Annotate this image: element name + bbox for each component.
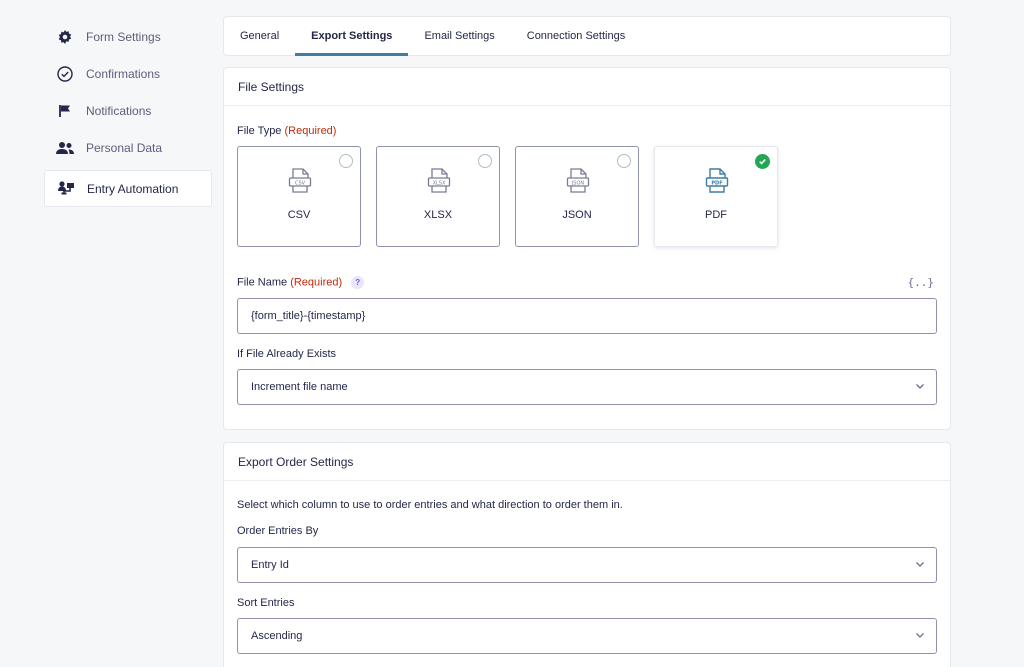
select-value: Ascending xyxy=(251,630,303,642)
settings-sidebar: Form Settings Confirmations Notification… xyxy=(44,18,212,207)
field-label-text: File Type xyxy=(237,125,282,137)
sort-entries-label: Sort Entries xyxy=(237,597,295,609)
automation-icon xyxy=(57,180,75,198)
checkmark-icon xyxy=(755,154,770,169)
file-settings-panel: File Settings File Type (Required) CSV C… xyxy=(223,67,951,430)
required-indicator: (Required) xyxy=(290,276,343,289)
file-exists-label: If File Already Exists xyxy=(237,348,337,360)
select-value: Entry Id xyxy=(251,559,289,571)
tab-connection-settings[interactable]: Connection Settings xyxy=(511,17,641,55)
svg-text:PDF: PDF xyxy=(711,180,722,186)
sidebar-item-form-settings[interactable]: Form Settings xyxy=(44,18,212,55)
csv-file-icon: CSV xyxy=(288,168,312,197)
file-name-input[interactable]: {form_title}-{timestamp} xyxy=(237,298,937,334)
file-type-option-csv[interactable]: CSV CSV xyxy=(237,146,361,247)
svg-text:XLSX: XLSX xyxy=(433,180,446,186)
chevron-down-icon xyxy=(915,630,925,643)
sidebar-item-label: Entry Automation xyxy=(87,181,179,196)
sidebar-item-personal-data[interactable]: Personal Data xyxy=(44,129,212,166)
tab-export-settings[interactable]: Export Settings xyxy=(295,17,409,56)
file-exists-select[interactable]: Increment file name xyxy=(237,369,937,405)
file-type-name: CSV xyxy=(287,209,311,221)
gear-icon xyxy=(56,28,74,46)
panel-title: File Settings xyxy=(224,68,950,106)
file-name-label: File Name (Required) ? xyxy=(237,276,365,289)
file-type-option-xlsx[interactable]: XLSX XLSX xyxy=(376,146,500,247)
pdf-file-icon: PDF xyxy=(705,168,729,197)
export-order-panel: Export Order Settings Select which colum… xyxy=(223,442,951,667)
help-icon[interactable]: ? xyxy=(351,276,365,289)
sidebar-item-label: Confirmations xyxy=(86,66,161,81)
radio-button[interactable] xyxy=(478,154,492,168)
flag-icon xyxy=(56,102,74,120)
merge-tag-icon[interactable]: {..} xyxy=(908,276,935,289)
panel-title: Export Order Settings xyxy=(224,443,950,481)
select-value: Increment file name xyxy=(251,381,348,393)
file-type-option-json[interactable]: JSON JSON xyxy=(515,146,639,247)
export-order-description: Select which column to use to order entr… xyxy=(237,499,623,511)
chevron-down-icon xyxy=(915,559,925,572)
order-by-select[interactable]: Entry Id xyxy=(237,547,937,583)
required-indicator: (Required) xyxy=(284,125,337,137)
input-value: {form_title}-{timestamp} xyxy=(251,310,366,322)
svg-text:JSON: JSON xyxy=(571,180,585,186)
settings-tabs: General Export Settings Email Settings C… xyxy=(223,16,951,56)
tab-general[interactable]: General xyxy=(240,17,295,55)
xlsx-file-icon: XLSX xyxy=(427,168,451,197)
sidebar-item-label: Notifications xyxy=(86,103,152,118)
file-type-name: XLSX xyxy=(423,209,453,221)
users-icon xyxy=(56,139,74,157)
chevron-down-icon xyxy=(915,381,925,394)
check-circle-icon xyxy=(56,65,74,83)
order-by-label: Order Entries By xyxy=(237,525,319,537)
sort-entries-select[interactable]: Ascending xyxy=(237,618,937,654)
sidebar-item-entry-automation[interactable]: Entry Automation xyxy=(44,170,212,207)
tab-email-settings[interactable]: Email Settings xyxy=(408,17,510,55)
sidebar-item-confirmations[interactable]: Confirmations xyxy=(44,55,212,92)
file-type-option-pdf[interactable]: PDF PDF xyxy=(654,146,778,247)
sidebar-item-notifications[interactable]: Notifications xyxy=(44,92,212,129)
json-file-icon: JSON xyxy=(566,168,590,197)
file-type-label: File Type (Required) xyxy=(237,125,336,137)
radio-button[interactable] xyxy=(339,154,353,168)
file-type-name: PDF xyxy=(705,209,727,221)
sidebar-item-label: Personal Data xyxy=(86,140,163,155)
field-label-text: File Name xyxy=(237,276,288,289)
radio-button[interactable] xyxy=(617,154,631,168)
file-type-name: JSON xyxy=(562,209,592,221)
sidebar-item-label: Form Settings xyxy=(86,29,161,44)
svg-text:CSV: CSV xyxy=(295,180,306,186)
